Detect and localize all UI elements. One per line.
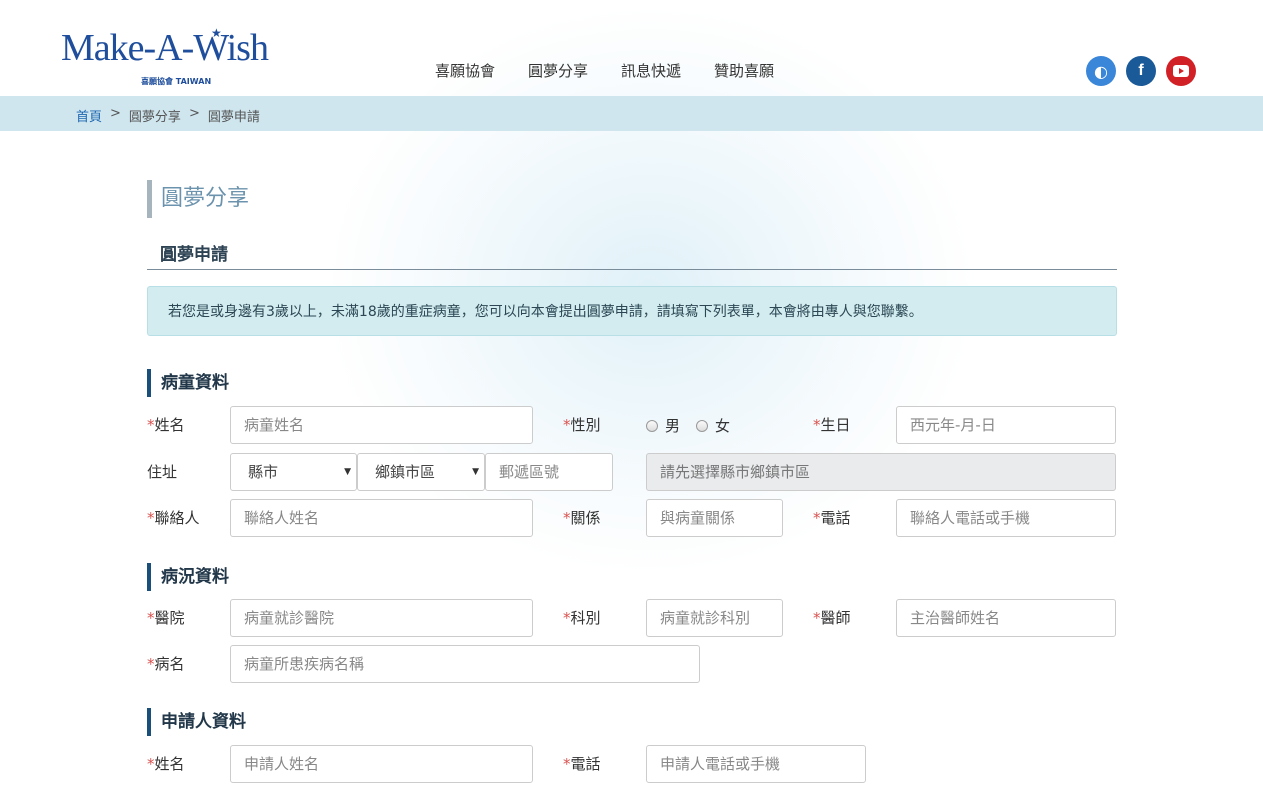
- gender-male-radio[interactable]: [646, 419, 658, 432]
- hospital-input[interactable]: 病童就診醫院: [230, 599, 533, 637]
- section-condition-info: 病況資料: [147, 563, 229, 591]
- child-name-input[interactable]: 病童姓名: [230, 406, 533, 444]
- breadcrumb-separator: >: [188, 106, 200, 121]
- main-nav: 喜願協會 圓夢分享 訊息快遞 贊助喜願: [435, 60, 774, 81]
- birthday-label: *生日: [813, 416, 851, 434]
- logo-star-icon: ★: [211, 26, 222, 40]
- zip-code-input[interactable]: 郵遞區號: [485, 453, 613, 491]
- nav-item-wish-stories[interactable]: 圓夢分享: [528, 60, 588, 81]
- breadcrumb-bar: 首頁 > 圓夢分享 > 圓夢申請: [0, 96, 1263, 131]
- contact-label: *聯絡人: [147, 509, 200, 527]
- make-a-wish-logo[interactable]: Make-A-Wish ★ 喜願協會 TAIWAN: [61, 26, 271, 90]
- gender-male-label: 男: [665, 417, 681, 435]
- page-title-block: 圓夢分享: [147, 180, 249, 218]
- section-applicant-info: 申請人資料: [147, 708, 246, 736]
- applicant-name-input[interactable]: 申請人姓名: [230, 745, 533, 783]
- breadcrumb-home[interactable]: 首頁: [76, 106, 102, 125]
- contact-name-input[interactable]: 聯絡人姓名: [230, 499, 533, 537]
- address-input: 請先選擇縣市鄉鎮市區: [646, 453, 1116, 491]
- logo-subtext: 喜願協會 TAIWAN: [141, 77, 212, 86]
- birthday-input[interactable]: 西元年-月-日: [896, 406, 1116, 444]
- wish-icon[interactable]: ◐: [1086, 56, 1116, 86]
- district-select[interactable]: 鄉鎮市區 ▼: [357, 453, 485, 491]
- sub-title: 圓夢申請: [160, 245, 228, 265]
- notice-box: 若您是或身邊有3歲以上，未滿18歲的重症病童，您可以向本會提出圓夢申請，請填寫下…: [147, 286, 1117, 336]
- child-name-label: *姓名: [147, 416, 185, 434]
- applicant-phone-label: *電話: [563, 755, 601, 773]
- page-title: 圓夢分享: [161, 186, 250, 211]
- doctor-input[interactable]: 主治醫師姓名: [896, 599, 1116, 637]
- department-input[interactable]: 病童就診科別: [646, 599, 783, 637]
- applicant-name-label: *姓名: [147, 755, 185, 773]
- nav-item-news[interactable]: 訊息快遞: [621, 60, 681, 81]
- chevron-down-icon: ▼: [472, 467, 479, 477]
- contact-phone-label: *電話: [813, 509, 851, 527]
- site-header: Make-A-Wish ★ 喜願協會 TAIWAN 喜願協會 圓夢分享 訊息快遞…: [0, 0, 1263, 96]
- nav-item-donate[interactable]: 贊助喜願: [714, 60, 774, 81]
- relation-label: *關係: [563, 509, 601, 527]
- contact-phone-input[interactable]: 聯絡人電話或手機: [896, 499, 1116, 537]
- section-child-info: 病童資料: [147, 369, 229, 397]
- youtube-play-icon: [1173, 65, 1189, 77]
- breadcrumb-wish-stories[interactable]: 圓夢分享: [129, 106, 181, 125]
- department-label: *科別: [563, 609, 601, 627]
- gender-female-option[interactable]: 女: [696, 415, 730, 436]
- facebook-icon[interactable]: f: [1126, 56, 1156, 86]
- gender-female-label: 女: [715, 417, 731, 435]
- gender-male-option[interactable]: 男: [646, 415, 680, 436]
- chevron-down-icon: ▼: [344, 467, 351, 477]
- logo-text: Make-A-Wish: [61, 27, 269, 69]
- county-select[interactable]: 縣市 ▼: [230, 453, 357, 491]
- nav-item-association[interactable]: 喜願協會: [435, 60, 495, 81]
- disease-input[interactable]: 病童所患疾病名稱: [230, 645, 700, 683]
- breadcrumb: 首頁 > 圓夢分享 > 圓夢申請: [76, 106, 260, 125]
- applicant-phone-input[interactable]: 申請人電話或手機: [646, 745, 866, 783]
- gender-female-radio[interactable]: [696, 419, 709, 432]
- social-links: ◐ f: [1086, 56, 1196, 86]
- gender-label: *性別: [563, 416, 601, 434]
- disease-label: *病名: [147, 655, 185, 673]
- relation-input[interactable]: 與病童關係: [646, 499, 783, 537]
- sub-title-block: 圓夢申請: [147, 238, 1117, 270]
- youtube-icon[interactable]: [1166, 56, 1196, 86]
- breadcrumb-separator: >: [110, 106, 121, 121]
- gender-radio-group: 男 女: [646, 415, 740, 436]
- address-label: 住址: [147, 463, 178, 481]
- hospital-label: *醫院: [147, 609, 185, 627]
- county-select-value: 縣市: [248, 463, 279, 481]
- district-select-value: 鄉鎮市區: [375, 463, 436, 481]
- doctor-label: *醫師: [813, 609, 851, 627]
- breadcrumb-current: 圓夢申請: [207, 110, 260, 125]
